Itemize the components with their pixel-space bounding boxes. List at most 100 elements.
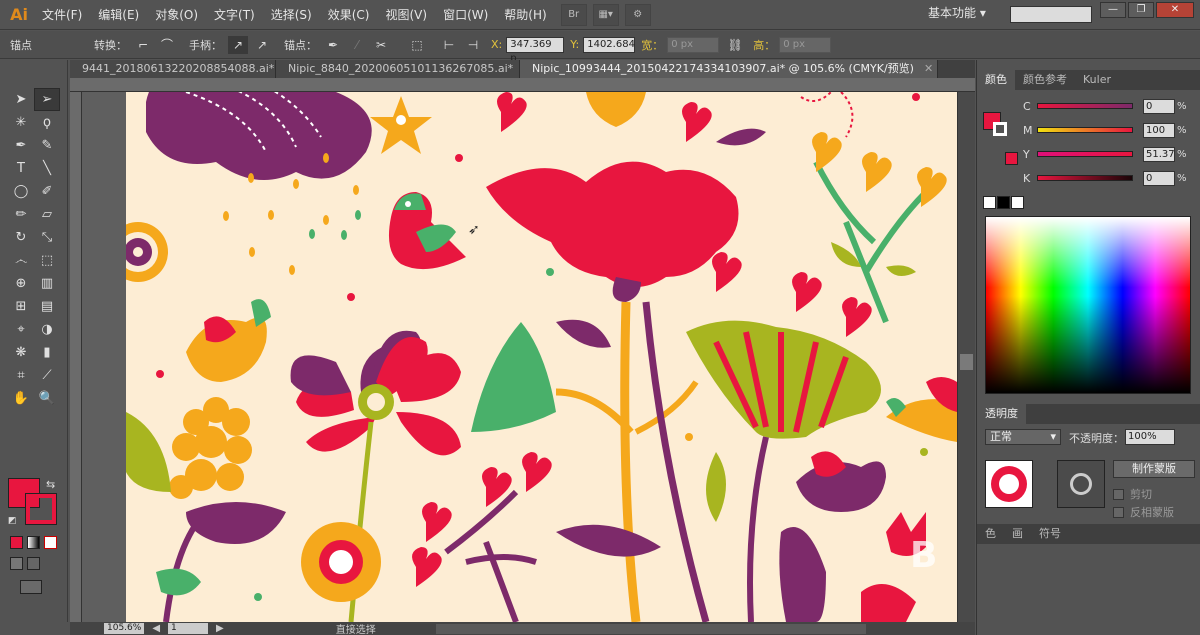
slider-black[interactable]: K 0 % [1023, 170, 1193, 186]
menu-window[interactable]: 窗口(W) [435, 0, 496, 30]
tab-color[interactable]: 颜色 [977, 70, 1015, 90]
bridge-button[interactable]: Br [560, 3, 587, 26]
ellipse-tool-icon[interactable]: ◯ [8, 180, 34, 203]
canvas[interactable]: ➶ [82, 92, 957, 622]
prev-artboard-icon[interactable]: ◀ [152, 623, 160, 634]
menu-help[interactable]: 帮助(H) [496, 0, 554, 30]
panel-stroke-swatch[interactable] [993, 122, 1007, 136]
mesh-tool-icon[interactable]: ⊞ [8, 295, 34, 318]
isolate-icon[interactable]: ⬚ [407, 36, 427, 54]
blend-mode-dropdown[interactable]: 正常 ▾ [985, 429, 1061, 445]
zoom-field[interactable]: 105.6% [104, 623, 145, 634]
eraser-tool-icon[interactable]: ▱ [34, 203, 60, 226]
gradient-tool-icon[interactable]: ▤ [34, 295, 60, 318]
minimize-button[interactable]: — [1100, 2, 1126, 18]
out-of-gamut-swatch[interactable] [1005, 152, 1018, 165]
convert-smooth-icon[interactable]: ⌒ [157, 36, 177, 54]
free-transform-tool-icon[interactable]: ⬚ [34, 249, 60, 272]
invert-mask-checkbox[interactable]: 反相蒙版 [1113, 504, 1174, 520]
rotate-tool-icon[interactable]: ↻ [8, 226, 34, 249]
paintbrush-tool-icon[interactable]: ✐ [34, 180, 60, 203]
show-handles-icon[interactable]: ↗ [228, 35, 248, 54]
close-button[interactable]: ✕ [1156, 2, 1194, 18]
x-field[interactable]: 347.369 p [506, 36, 565, 64]
lasso-tool-icon[interactable]: ϙ [34, 111, 60, 134]
draw-normal-icon[interactable] [10, 557, 23, 570]
pen-tool-icon[interactable]: ✒ [8, 134, 34, 157]
gradient-mode-icon[interactable] [27, 536, 40, 549]
curvature-tool-icon[interactable]: ✎ [34, 134, 60, 157]
perspective-grid-tool-icon[interactable]: ▥ [34, 272, 60, 295]
draw-behind-icon[interactable] [27, 557, 40, 570]
tab-transparency[interactable]: 透明度 [977, 404, 1026, 424]
swap-colors-icon[interactable]: ⇆ [46, 478, 55, 491]
menu-select[interactable]: 选择(S) [263, 0, 320, 30]
slice-tool-icon[interactable]: ⟋ [34, 364, 60, 387]
menu-view[interactable]: 视图(V) [377, 0, 435, 30]
line-tool-icon[interactable]: ╲ [34, 157, 60, 180]
none-swatch[interactable] [983, 196, 996, 209]
object-thumbnail[interactable] [985, 460, 1033, 508]
stroke-color-swatch[interactable] [25, 493, 57, 525]
zoom-tool-icon[interactable]: 🔍 [34, 387, 60, 410]
tab-document-2[interactable]: Nipic_8840_20200605101136267085.ai*✕ [276, 60, 520, 78]
y-field[interactable]: 1402.684 [583, 36, 636, 53]
symbol-sprayer-tool-icon[interactable]: ❋ [8, 341, 34, 364]
height-field[interactable]: 0 px [779, 36, 832, 53]
remove-anchor-icon[interactable]: ✒ [323, 36, 343, 54]
width-field[interactable]: 0 px [667, 36, 720, 53]
shape-builder-tool-icon[interactable]: ⊕ [8, 272, 34, 295]
magic-wand-tool-icon[interactable]: ✳ [8, 111, 34, 134]
tab-document-active[interactable]: Nipic_10993444_20150422174334103907.ai* … [520, 60, 938, 78]
yellow-value-input[interactable]: 51.37 [1143, 146, 1175, 162]
cut-path-icon[interactable]: ✂ [371, 36, 391, 54]
selection-tool-icon[interactable]: ➤ [8, 88, 34, 111]
scroll-thumb[interactable] [960, 354, 973, 370]
type-tool-icon[interactable]: T [8, 157, 34, 180]
next-artboard-icon[interactable]: ▶ [216, 623, 224, 634]
menu-edit[interactable]: 编辑(E) [90, 0, 147, 30]
warp-tool-icon[interactable]: ෴ [8, 249, 34, 272]
magenta-value-input[interactable]: 100 [1143, 122, 1175, 138]
artboard-tool-icon[interactable]: ⌗ [8, 364, 34, 387]
tab-kuler[interactable]: Kuler [1075, 70, 1119, 90]
direct-selection-tool-icon[interactable]: ➢ [34, 88, 60, 111]
white-swatch[interactable] [1011, 196, 1024, 209]
blend-tool-icon[interactable]: ◑ [34, 318, 60, 341]
search-input[interactable] [1010, 6, 1092, 23]
slider-yellow[interactable]: Y 51.37 % [1023, 146, 1193, 162]
black-value-input[interactable]: 0 [1143, 170, 1175, 186]
pencil-tool-icon[interactable]: ✏ [8, 203, 34, 226]
artboard[interactable] [126, 92, 957, 622]
menu-type[interactable]: 文字(T) [206, 0, 263, 30]
hide-handles-icon[interactable]: ↗ [252, 36, 272, 54]
hand-tool-icon[interactable]: ✋ [8, 387, 34, 410]
tab-color-guide[interactable]: 颜色参考 [1015, 70, 1075, 90]
slider-magenta[interactable]: M 100 % [1023, 122, 1193, 138]
menu-object[interactable]: 对象(O) [147, 0, 206, 30]
color-mode-icon[interactable] [10, 536, 23, 549]
artboard-number-field[interactable]: 1 [168, 623, 209, 634]
slider-cyan[interactable]: C 0 % [1023, 98, 1193, 114]
close-icon[interactable]: ✕ [924, 62, 933, 75]
none-mode-icon[interactable] [44, 536, 57, 549]
clip-checkbox[interactable]: 剪切 [1113, 486, 1152, 502]
workspace-switcher[interactable]: 基本功能 ▾ [928, 4, 986, 21]
screen-mode-icon[interactable] [20, 580, 42, 594]
scale-tool-icon[interactable]: ⤡ [34, 226, 60, 249]
cyan-value-input[interactable]: 0 [1143, 98, 1175, 114]
restore-button[interactable]: ❐ [1128, 2, 1154, 18]
menu-file[interactable]: 文件(F) [34, 0, 90, 30]
gpu-performance-icon[interactable]: ⚙ [624, 3, 651, 26]
horizontal-scrollbar[interactable] [435, 623, 866, 634]
menu-effect[interactable]: 效果(C) [320, 0, 378, 30]
link-proportions-icon[interactable]: ⛓ [725, 36, 745, 54]
default-colors-icon[interactable]: ◩ [8, 516, 17, 526]
make-mask-button[interactable]: 制作蒙版 [1113, 460, 1195, 478]
convert-corner-icon[interactable]: ⌐ [133, 36, 153, 54]
align-icon[interactable]: ⊢ [439, 36, 459, 54]
align2-icon[interactable]: ⊣ [463, 36, 483, 54]
mask-thumbnail[interactable] [1057, 460, 1105, 508]
opacity-input[interactable]: 100% [1125, 429, 1175, 445]
eyedropper-tool-icon[interactable]: ⌖ [8, 318, 34, 341]
